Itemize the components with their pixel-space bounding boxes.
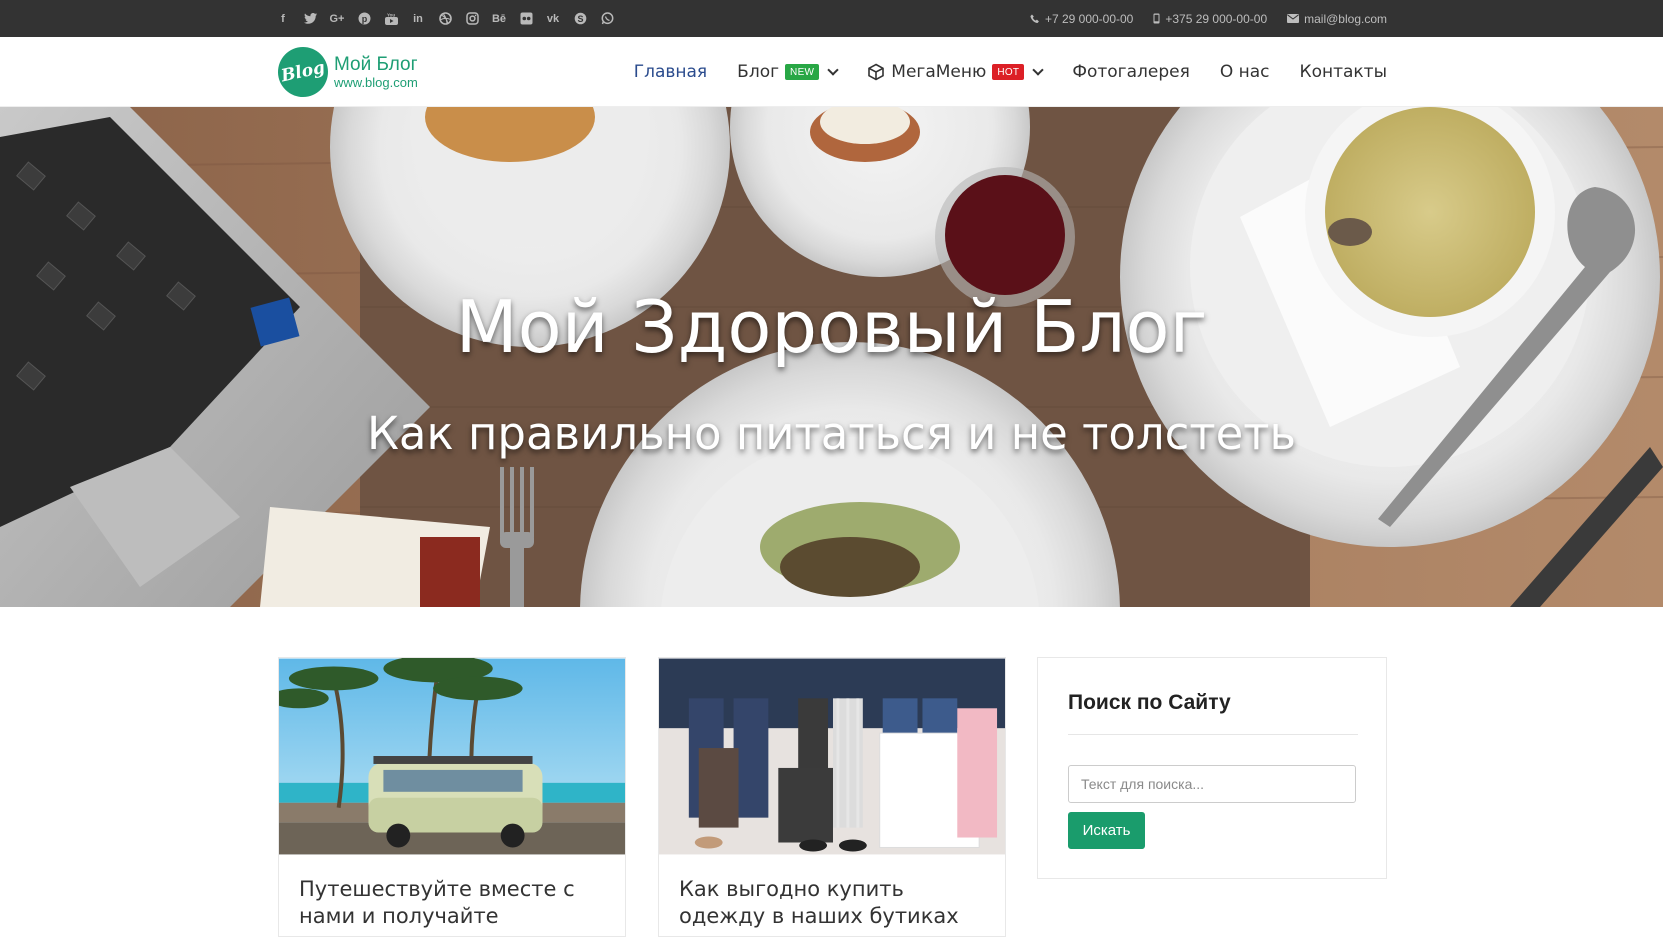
behance-icon[interactable]: Bē	[491, 11, 507, 27]
chevron-down-icon	[827, 63, 839, 76]
search-widget: Поиск по Сайту Искать	[1037, 657, 1387, 879]
search-button[interactable]: Искать	[1068, 812, 1145, 849]
post-image-travel[interactable]	[279, 658, 625, 855]
hero-banner: Мой Здоровый Блог Как правильно питаться…	[0, 107, 1663, 607]
instagram-icon[interactable]	[464, 11, 480, 27]
widget-title: Поиск по Сайту	[1068, 691, 1231, 714]
main-navbar: Blog Мой Блог www.blog.com Главная Блог …	[0, 37, 1663, 107]
linkedin-icon[interactable]: in	[410, 11, 426, 27]
nav-label-contacts: Контакты	[1299, 62, 1388, 82]
nav-item-contacts[interactable]: Контакты	[1300, 62, 1388, 82]
hot-badge: HOT	[992, 64, 1025, 80]
svg-text:You: You	[387, 13, 395, 18]
whatsapp-icon[interactable]	[599, 11, 615, 27]
logo-url: www.blog.com	[334, 75, 418, 90]
svg-text:p: p	[361, 14, 367, 24]
phone-2[interactable]: +375 29 000-00-00	[1153, 12, 1267, 26]
new-badge: NEW	[785, 64, 820, 80]
envelope-icon	[1287, 14, 1300, 23]
chevron-down-icon	[1032, 63, 1044, 76]
skype-icon[interactable]: S	[572, 11, 588, 27]
svg-text:S: S	[577, 14, 583, 24]
top-bar: f G+ p You in Bē vk S +7 29 000-00-00 +3…	[0, 0, 1663, 37]
logo-mark-text: Blog	[279, 57, 327, 87]
nav-item-gallery[interactable]: Фотогалерея	[1072, 62, 1190, 82]
email[interactable]: mail@blog.com	[1287, 12, 1387, 26]
nav-item-blog[interactable]: Блог NEW	[737, 62, 839, 82]
nav-item-megamenu[interactable]: МегаМеню HOT	[867, 62, 1044, 82]
nav-label-megamenu: МегаМеню	[891, 62, 987, 82]
site-logo[interactable]: Blog Мой Блог www.blog.com	[273, 42, 418, 102]
post-card[interactable]: Как выгодно купить одежду в наших бутика…	[658, 657, 1006, 937]
post-title[interactable]: Как выгодно купить одежду в наших бутика…	[679, 876, 979, 930]
post-image-shopping[interactable]	[659, 658, 1005, 855]
contact-info: +7 29 000-00-00 +375 29 000-00-00 mail@b…	[1030, 0, 1387, 37]
nav-item-home[interactable]: Главная	[634, 62, 707, 82]
nav-label-home: Главная	[633, 62, 708, 82]
phone-icon	[1030, 14, 1039, 23]
cube-icon	[868, 63, 885, 81]
logo-mark: Blog	[273, 42, 333, 102]
pinterest-icon[interactable]: p	[356, 11, 372, 27]
google-plus-icon[interactable]: G+	[329, 11, 345, 27]
nav-label-about: О нас	[1219, 62, 1270, 82]
nav-label-gallery: Фотогалерея	[1072, 62, 1190, 82]
logo-name: Мой Блог	[334, 54, 418, 75]
mobile-icon	[1153, 13, 1160, 24]
phone-1-text: +7 29 000-00-00	[1044, 11, 1134, 26]
main-menu: Главная Блог NEW МегаМеню HOT Фотогалере…	[634, 37, 1387, 107]
youtube-icon[interactable]: You	[383, 11, 399, 27]
nav-label-blog: Блог	[737, 62, 780, 82]
facebook-icon[interactable]: f	[275, 11, 291, 27]
dribbble-icon[interactable]	[437, 11, 453, 27]
flickr-icon[interactable]	[518, 11, 534, 27]
hero-subtitle: Как правильно питаться и не толстеть	[366, 407, 1297, 460]
email-text: mail@blog.com	[1304, 11, 1387, 26]
hero-title: Мой Здоровый Блог	[455, 285, 1208, 369]
social-links: f G+ p You in Bē vk S	[275, 0, 615, 37]
phone-1[interactable]: +7 29 000-00-00	[1030, 12, 1133, 26]
phone-2-text: +375 29 000-00-00	[1165, 11, 1268, 26]
vk-icon[interactable]: vk	[545, 11, 561, 27]
search-input[interactable]	[1068, 765, 1356, 803]
divider	[1068, 734, 1358, 735]
post-card[interactable]: Путешествуйте вместе с нами и получайте …	[278, 657, 626, 937]
nav-item-about[interactable]: О нас	[1220, 62, 1270, 82]
twitter-icon[interactable]	[302, 11, 318, 27]
